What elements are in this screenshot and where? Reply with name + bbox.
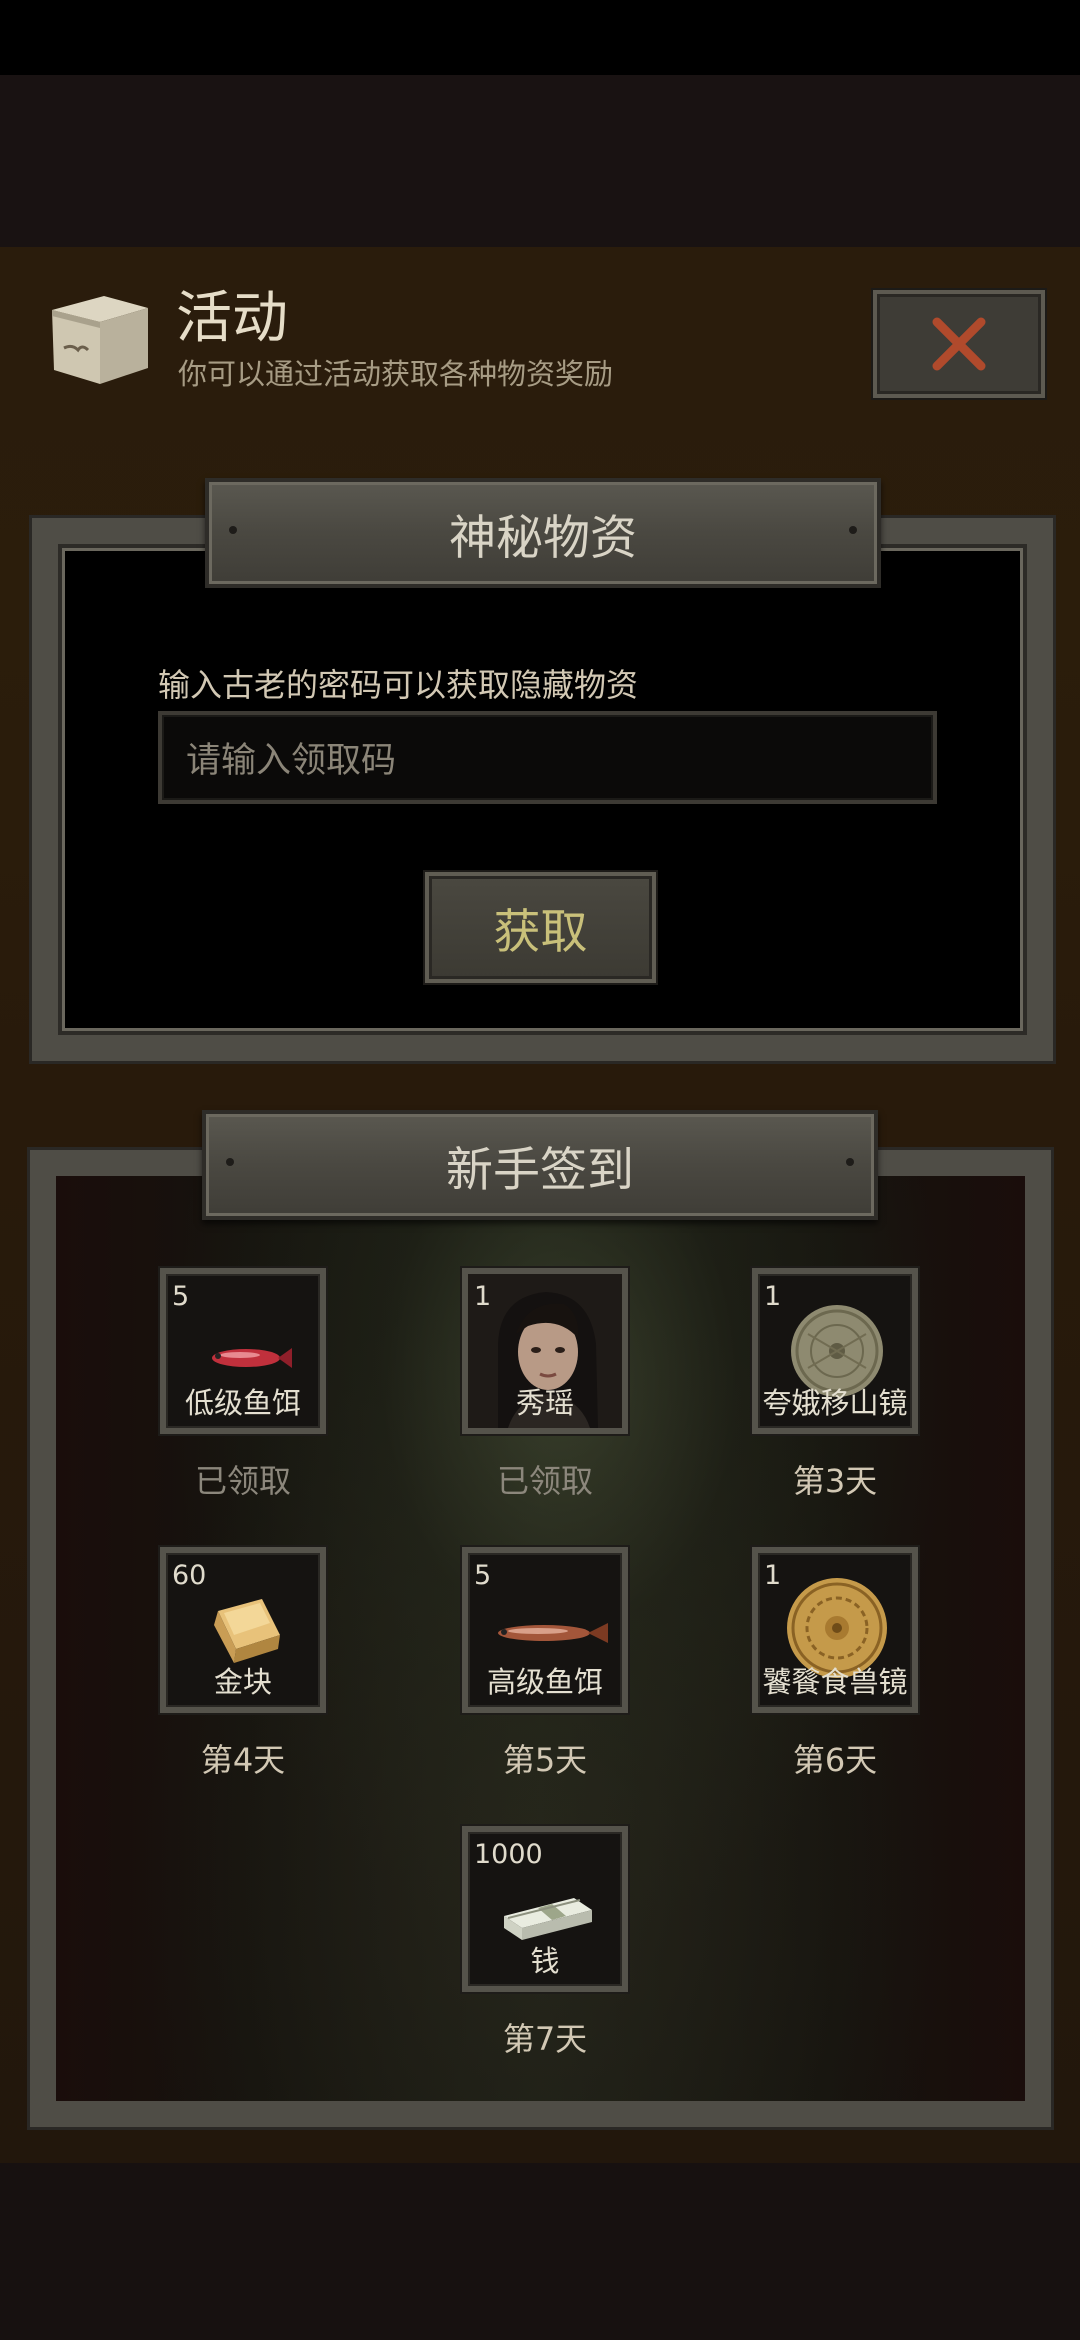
mystery-banner: 神秘物资 [205,478,881,588]
reward-tile[interactable]: 1000 钱 [462,1826,628,1992]
reward-name: 低级鱼饵 [184,1386,301,1420]
reward-name: 金块 [213,1665,272,1699]
reward-quantity: 5 [172,1281,190,1312]
reward-quantity: 60 [172,1560,207,1591]
reward-quantity: 5 [474,1560,492,1591]
reward-tile[interactable]: 5 高级鱼饵 [462,1547,628,1713]
reward-name: 饕餮食兽镜 [762,1665,908,1699]
signin-banner: 新手签到 [202,1110,878,1220]
reward-tile[interactable]: 1 秀瑶 [462,1268,628,1434]
reward-tile[interactable]: 5 低级鱼饵 [160,1268,326,1434]
page-title: 活动 [176,286,288,351]
close-button[interactable] [873,290,1045,398]
mystery-banner-title: 神秘物资 [449,510,637,566]
bottom-spacer [0,2163,1080,2340]
day-status: 第4天 [200,1741,286,1779]
reward-quantity: 1 [764,1281,782,1312]
reward-quantity: 1 [764,1560,782,1591]
top-spacer [0,75,1080,247]
day-status: 已领取 [194,1462,291,1500]
reward-quantity: 1000 [474,1839,543,1870]
reward-quantity: 1 [474,1281,492,1312]
reward-tile[interactable]: 60 金块 [160,1547,326,1713]
reward-name: 高级鱼饵 [486,1665,603,1699]
close-icon [932,317,986,371]
day-status: 第5天 [502,1741,588,1779]
reward-name: 秀瑶 [515,1386,574,1420]
day-status: 第3天 [792,1462,878,1500]
reward-name: 钱 [530,1944,560,1978]
day-status: 第7天 [502,2020,588,2058]
box-icon [44,288,156,388]
reward-name: 夸娥移山镜 [762,1386,908,1420]
get-button[interactable]: 获取 [425,872,656,983]
day-status: 已领取 [496,1462,593,1500]
status-bar [0,0,1080,75]
code-hint: 输入古老的密码可以获取隐藏物资 [158,666,639,704]
day-status: 第6天 [792,1741,878,1779]
redeem-code-input[interactable]: 请输入领取码 [158,711,937,804]
reward-tile[interactable]: 1 夸娥移山镜 [752,1268,918,1434]
signin-banner-title: 新手签到 [446,1142,634,1198]
page-subtitle: 你可以通过活动获取各种物资奖励 [178,357,614,391]
reward-tile[interactable]: 1 饕餮食兽镜 [752,1547,918,1713]
